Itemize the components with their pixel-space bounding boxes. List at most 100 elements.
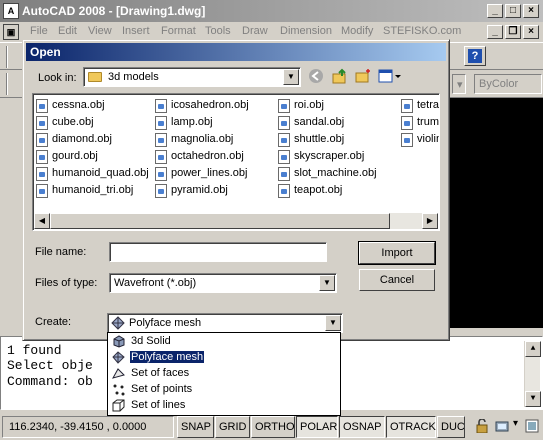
view-menu-icon[interactable] bbox=[377, 68, 403, 86]
obj-file-icon bbox=[401, 133, 413, 147]
clean-screen-icon[interactable] bbox=[525, 419, 539, 433]
coordinate-readout[interactable]: 116.2340, -39.4150 , 0.0000 bbox=[2, 416, 174, 438]
obj-file-icon bbox=[155, 116, 167, 130]
obj-file-icon bbox=[155, 167, 167, 181]
file-type-combo[interactable]: Wavefront (*.obj) ▼ bbox=[109, 273, 337, 293]
create-option-set-of-lines[interactable]: Set of lines bbox=[109, 398, 339, 414]
menu-draw[interactable]: Draw bbox=[242, 25, 268, 37]
obj-file-icon bbox=[155, 184, 167, 198]
toolbar-separator bbox=[6, 46, 8, 68]
file-name: humanoid_tri.obj bbox=[52, 184, 134, 196]
command-history-line: Select obje bbox=[7, 358, 93, 373]
status-bar: 116.2340, -39.4150 , 0.0000 SNAP GRID OR… bbox=[0, 414, 543, 440]
create-label: Create: bbox=[35, 316, 72, 328]
chevron-down-icon[interactable]: ▼ bbox=[319, 275, 335, 291]
file-name: violin bbox=[417, 133, 440, 145]
lineweight-combo[interactable]: ByColor bbox=[474, 74, 542, 94]
ducs-toggle[interactable]: DUC bbox=[437, 416, 465, 438]
toolbar-separator bbox=[6, 73, 8, 95]
obj-file-icon bbox=[155, 133, 167, 147]
doc-close-icon[interactable]: × bbox=[523, 25, 539, 39]
scroll-thumb[interactable] bbox=[50, 213, 390, 229]
menu-insert[interactable]: Insert bbox=[122, 25, 150, 37]
file-name-input[interactable] bbox=[109, 242, 327, 262]
doc-restore-icon[interactable]: ❐ bbox=[505, 25, 521, 39]
obj-file-icon bbox=[278, 133, 290, 147]
comm-center-icon[interactable] bbox=[495, 419, 509, 433]
grid-toggle[interactable]: GRID bbox=[215, 416, 250, 438]
document-icon[interactable]: ▣ bbox=[3, 24, 19, 40]
scroll-left-icon[interactable]: ◀ bbox=[34, 213, 50, 229]
menu-dimension[interactable]: Dimension bbox=[280, 25, 332, 37]
file-name: cessna.obj bbox=[52, 99, 105, 111]
cancel-button[interactable]: Cancel bbox=[359, 269, 435, 291]
osnap-toggle[interactable]: OSNAP bbox=[339, 416, 385, 438]
menu-stefisko[interactable]: STEFISKO.com bbox=[383, 25, 461, 37]
scroll-up-icon[interactable]: ▲ bbox=[525, 341, 541, 357]
file-name: skyscraper.obj bbox=[294, 150, 365, 162]
polyface-mesh-icon bbox=[111, 316, 125, 333]
help-button[interactable]: ? bbox=[464, 46, 486, 66]
create-value: Polyface mesh bbox=[129, 317, 202, 329]
file-name: cube.obj bbox=[52, 116, 94, 128]
look-in-combo[interactable]: 3d models ▼ bbox=[83, 67, 301, 87]
file-name: trump bbox=[417, 116, 439, 128]
dialog-title-bar[interactable]: Open bbox=[26, 43, 446, 61]
option-label: Polyface mesh bbox=[128, 350, 206, 364]
menu-modify[interactable]: Modify bbox=[341, 25, 373, 37]
file-name: icosahedron.obj bbox=[171, 99, 249, 111]
obj-file-icon bbox=[278, 167, 290, 181]
obj-file-icon bbox=[278, 184, 290, 198]
create-option-set-of-points[interactable]: Set of points bbox=[109, 382, 339, 398]
app-title-bar: A AutoCAD 2008 - [Drawing1.dwg] _ □ × bbox=[0, 0, 543, 22]
import-button[interactable]: Import bbox=[358, 241, 436, 265]
polyface-mesh-icon bbox=[112, 351, 125, 364]
autocad-app-icon[interactable]: A bbox=[3, 3, 19, 19]
ortho-toggle[interactable]: ORTHO bbox=[251, 416, 295, 438]
chevron-down-icon[interactable]: ▼ bbox=[283, 69, 299, 85]
file-name: diamond.obj bbox=[52, 133, 112, 145]
command-history-line: 1 found bbox=[7, 343, 62, 358]
create-combo[interactable]: Polyface mesh ▼ bbox=[107, 313, 343, 333]
new-folder-icon[interactable] bbox=[354, 68, 372, 86]
menu-tools[interactable]: Tools bbox=[205, 25, 231, 37]
open-dialog: Open Look in: 3d models ▼ cessna.obj cube… bbox=[22, 39, 450, 341]
obj-file-icon bbox=[401, 99, 413, 113]
file-name: shuttle.obj bbox=[294, 133, 345, 145]
horizontal-scrollbar[interactable]: ◀ ▶ bbox=[34, 213, 438, 229]
command-prompt: Command: ob bbox=[7, 374, 93, 389]
linetype-combo-arrow[interactable]: ▾ bbox=[452, 74, 466, 94]
back-icon[interactable] bbox=[307, 68, 325, 86]
create-option-3d-solid[interactable]: 3d Solid bbox=[109, 334, 339, 350]
file-name: slot_machine.obj bbox=[294, 167, 377, 179]
obj-file-icon bbox=[36, 133, 48, 147]
minimize-icon[interactable]: _ bbox=[487, 4, 503, 18]
polar-toggle[interactable]: POLAR bbox=[296, 416, 338, 438]
create-option-set-of-faces[interactable]: Set of faces bbox=[109, 366, 339, 382]
menu-view[interactable]: View bbox=[88, 25, 112, 37]
scroll-right-icon[interactable]: ▶ bbox=[422, 213, 438, 229]
drawing-area[interactable] bbox=[449, 98, 543, 328]
obj-file-icon bbox=[36, 184, 48, 198]
scroll-down-icon[interactable]: ▼ bbox=[525, 391, 541, 407]
up-folder-icon[interactable] bbox=[331, 68, 349, 86]
snap-toggle[interactable]: SNAP bbox=[177, 416, 214, 438]
create-option-polyface-mesh[interactable]: Polyface mesh bbox=[109, 350, 339, 366]
file-name: teapot.obj bbox=[294, 184, 343, 196]
doc-minimize-icon[interactable]: _ bbox=[487, 25, 503, 39]
create-dropdown-list: 3d Solid Polyface mesh Set of faces Set … bbox=[107, 332, 341, 416]
lock-icon[interactable] bbox=[475, 418, 489, 434]
file-name: tetral bbox=[417, 99, 440, 111]
chevron-down-icon[interactable]: ▼ bbox=[325, 315, 341, 331]
status-menu-arrow-icon[interactable]: ▾ bbox=[513, 418, 518, 429]
otrack-toggle[interactable]: OTRACK bbox=[386, 416, 436, 438]
maximize-icon[interactable]: □ bbox=[505, 4, 521, 18]
command-scrollbar[interactable]: ▲ ▼ bbox=[524, 341, 541, 407]
obj-file-icon bbox=[401, 116, 413, 130]
menu-edit[interactable]: Edit bbox=[58, 25, 77, 37]
file-list[interactable]: cessna.obj cube.obj diamond.obj gourd.obj hu… bbox=[32, 93, 440, 231]
close-icon[interactable]: × bbox=[523, 4, 539, 18]
points-icon bbox=[112, 383, 125, 396]
menu-format[interactable]: Format bbox=[161, 25, 196, 37]
menu-file[interactable]: File bbox=[30, 25, 48, 37]
